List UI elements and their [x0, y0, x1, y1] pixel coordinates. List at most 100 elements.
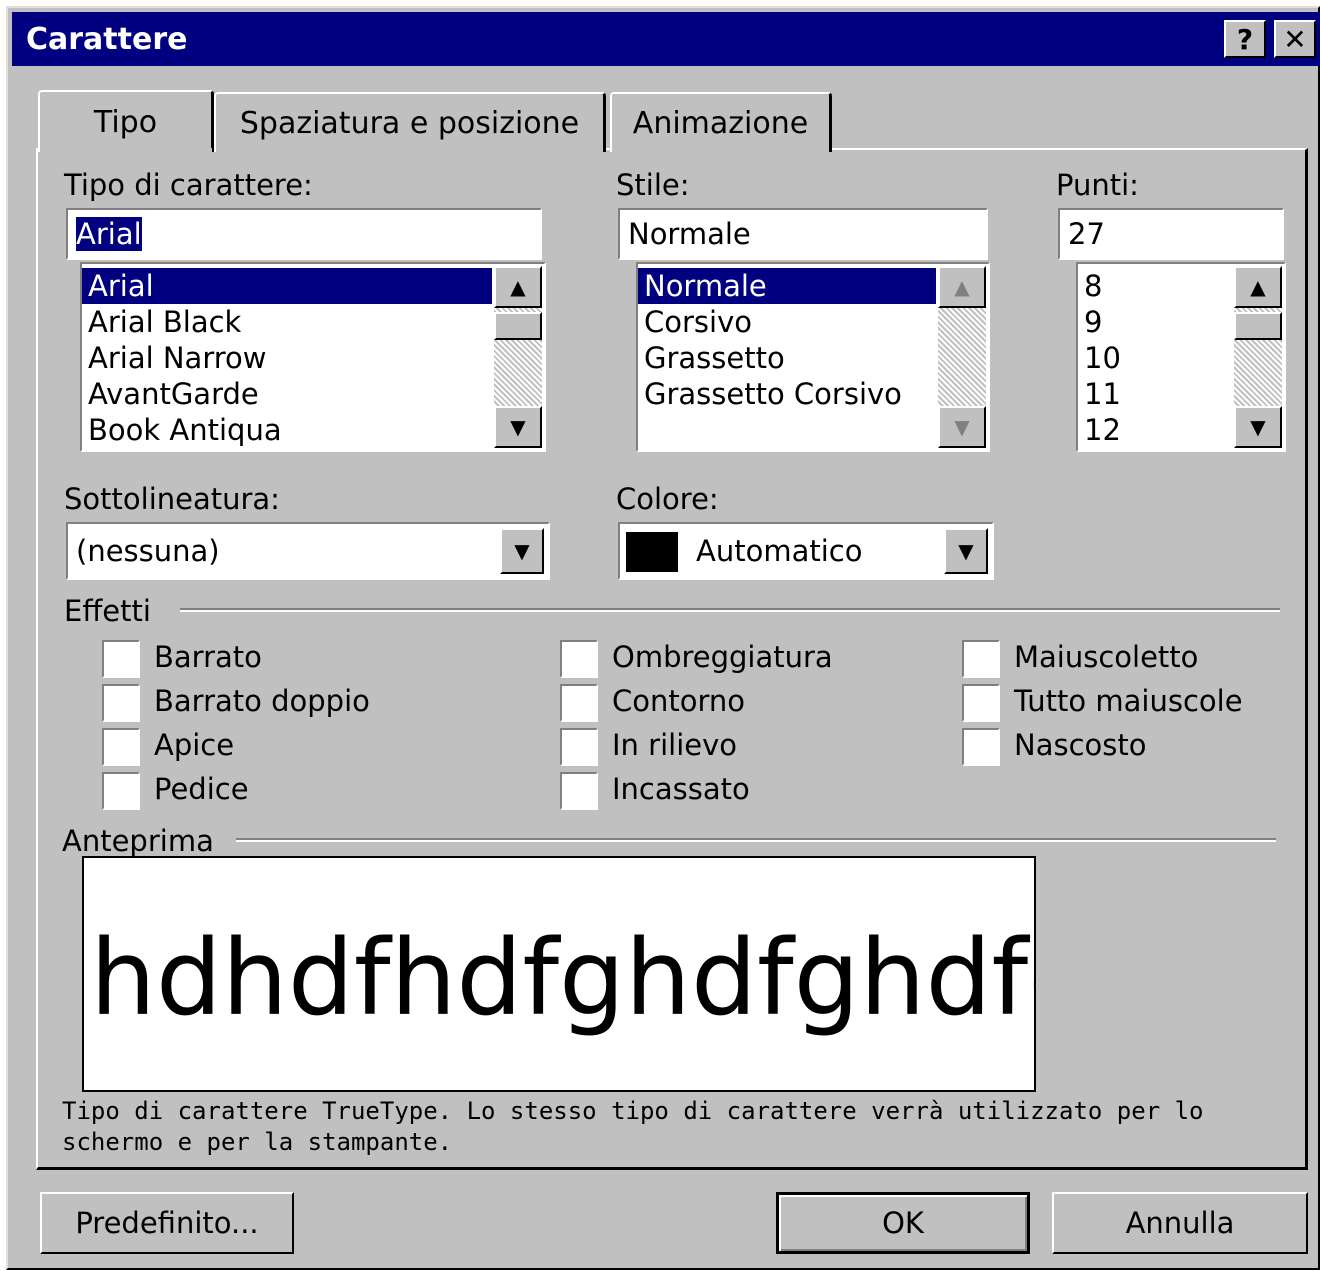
checkbox-incassato[interactable]	[560, 772, 598, 810]
list-item[interactable]: Arial	[82, 268, 492, 304]
label-tutto-maiuscole: Tutto maiuscole	[1014, 684, 1243, 718]
style-list[interactable]: Normale Corsivo Grassetto Grassetto Cors…	[636, 262, 990, 452]
help-button[interactable]: ?	[1224, 20, 1266, 58]
list-item[interactable]: AvantGarde	[82, 376, 492, 412]
label-barrato-doppio: Barrato doppio	[154, 684, 370, 718]
arrow-up-icon: ▲	[954, 275, 970, 299]
checkbox-tutto-maiuscole[interactable]	[962, 684, 1000, 722]
active-tab-joiner	[40, 148, 212, 152]
default-button-label: Predefinito...	[75, 1206, 259, 1240]
label-barrato: Barrato	[154, 640, 262, 674]
font-list[interactable]: Arial Arial Black Arial Narrow AvantGard…	[80, 262, 546, 452]
color-swatch	[626, 532, 678, 572]
size-label: Punti:	[1056, 168, 1139, 202]
color-label: Colore:	[616, 482, 719, 516]
list-item[interactable]: Book Antiqua	[82, 412, 492, 448]
list-item[interactable]: 11	[1078, 376, 1232, 412]
checkbox-apice[interactable]	[102, 728, 140, 766]
arrow-up-icon: ▲	[510, 275, 526, 299]
tab-spaziatura[interactable]: Spaziatura e posizione	[214, 92, 606, 152]
color-value: Automatico	[696, 534, 863, 568]
scroll-down-button[interactable]: ▼	[938, 406, 986, 448]
default-button[interactable]: Predefinito...	[40, 1192, 294, 1254]
font-input-value: Arial	[76, 217, 142, 251]
tab-tipo-label: Tipo	[93, 104, 158, 140]
checkbox-barrato-doppio[interactable]	[102, 684, 140, 722]
chevron-down-icon: ▼	[514, 539, 530, 563]
preview-label: Anteprima	[62, 824, 214, 858]
checkbox-ombreggiatura[interactable]	[560, 640, 598, 678]
preview-box: hdhdfhdfghdfghdfg	[82, 856, 1036, 1092]
checkbox-in-rilievo[interactable]	[560, 728, 598, 766]
list-item[interactable]: Grassetto	[638, 340, 936, 376]
tab-tipo[interactable]: Tipo	[38, 90, 214, 152]
list-item[interactable]: 12	[1078, 412, 1232, 448]
font-description: Tipo di carattere TrueType. Lo stesso ti…	[62, 1097, 1204, 1156]
chevron-down-icon: ▼	[958, 539, 974, 563]
window-title: Carattere	[26, 22, 188, 57]
color-select[interactable]: Automatico ▼	[618, 522, 994, 580]
list-item[interactable]: Arial Narrow	[82, 340, 492, 376]
tab-spaziatura-label: Spaziatura e posizione	[239, 105, 580, 141]
underline-dropdown-button[interactable]: ▼	[500, 528, 544, 574]
effects-label: Effetti	[64, 594, 151, 628]
list-item[interactable]: Corsivo	[638, 304, 936, 340]
list-item[interactable]: 8	[1078, 268, 1232, 304]
list-item[interactable]: 9	[1078, 304, 1232, 340]
scroll-thumb[interactable]	[1234, 312, 1282, 340]
scroll-thumb[interactable]	[494, 312, 542, 340]
size-list[interactable]: 8 9 10 11 12 ▲ ▼	[1076, 262, 1286, 452]
arrow-down-icon: ▼	[954, 415, 970, 439]
arrow-down-icon: ▼	[510, 415, 526, 439]
label-maiuscoletto: Maiuscoletto	[1014, 640, 1199, 674]
checkbox-maiuscoletto[interactable]	[962, 640, 1000, 678]
font-label: Tipo di carattere:	[64, 168, 313, 202]
scroll-up-button[interactable]: ▲	[494, 266, 542, 308]
scroll-down-button[interactable]: ▼	[494, 406, 542, 448]
label-contorno: Contorno	[612, 684, 746, 718]
list-item[interactable]: Arial Black	[82, 304, 492, 340]
tab-animazione[interactable]: Animazione	[610, 92, 832, 152]
style-input-value: Normale	[628, 217, 751, 251]
label-pedice: Pedice	[154, 772, 249, 806]
list-item[interactable]: Grassetto Corsivo	[638, 376, 936, 412]
size-scrollbar[interactable]: ▲ ▼	[1234, 266, 1282, 448]
font-input[interactable]: Arial	[66, 208, 542, 260]
cancel-button-label: Annulla	[1125, 1206, 1235, 1240]
label-in-rilievo: In rilievo	[612, 728, 737, 762]
close-icon: ✕	[1283, 22, 1307, 56]
label-ombreggiatura: Ombreggiatura	[612, 640, 833, 674]
size-input[interactable]: 27	[1058, 208, 1284, 260]
preview-sample-text: hdhdfhdfghdfghdfg	[90, 917, 1036, 1039]
underline-label: Sottolineatura:	[64, 482, 280, 516]
checkbox-nascosto[interactable]	[962, 728, 1000, 766]
arrow-down-icon: ▼	[1250, 415, 1266, 439]
underline-value: (nessuna)	[76, 534, 220, 568]
size-input-value: 27	[1068, 217, 1105, 251]
label-apice: Apice	[154, 728, 235, 762]
cancel-button[interactable]: Annulla	[1052, 1192, 1308, 1254]
style-scrollbar[interactable]: ▲ ▼	[938, 266, 986, 448]
label-incassato: Incassato	[612, 772, 750, 806]
preview-divider	[236, 838, 1276, 842]
scroll-down-button[interactable]: ▼	[1234, 406, 1282, 448]
checkbox-pedice[interactable]	[102, 772, 140, 810]
list-item[interactable]: 10	[1078, 340, 1232, 376]
ok-button[interactable]: OK	[776, 1192, 1030, 1254]
color-dropdown-button[interactable]: ▼	[944, 528, 988, 574]
style-input[interactable]: Normale	[618, 208, 988, 260]
scroll-up-button[interactable]: ▲	[938, 266, 986, 308]
scroll-up-button[interactable]: ▲	[1234, 266, 1282, 308]
checkbox-contorno[interactable]	[560, 684, 598, 722]
ok-button-label: OK	[882, 1206, 924, 1240]
checkbox-barrato[interactable]	[102, 640, 140, 678]
style-label: Stile:	[616, 168, 690, 202]
arrow-up-icon: ▲	[1250, 275, 1266, 299]
font-scrollbar[interactable]: ▲ ▼	[494, 266, 542, 448]
underline-select[interactable]: (nessuna) ▼	[66, 522, 550, 580]
label-nascosto: Nascosto	[1014, 728, 1147, 762]
effects-divider	[180, 608, 1280, 612]
close-button[interactable]: ✕	[1274, 20, 1316, 58]
list-item[interactable]: Normale	[638, 268, 936, 304]
title-bar[interactable]: Carattere ? ✕	[12, 12, 1320, 66]
